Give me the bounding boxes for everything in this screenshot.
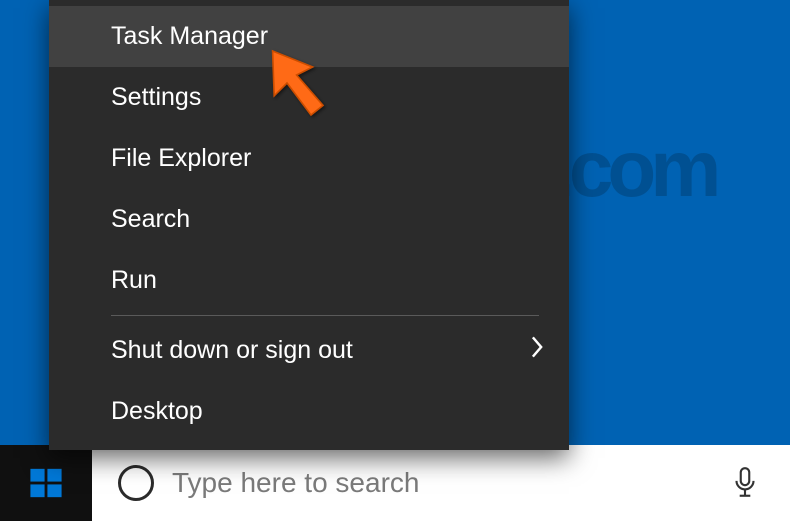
menu-item-label: Settings [111,83,201,112]
taskbar-search-box[interactable]: Type here to search [92,445,790,521]
microphone-icon [732,466,758,500]
menu-item-shut-down[interactable]: Shut down or sign out [49,320,569,381]
winx-context-menu: Task Manager Settings File Explorer Sear… [49,0,569,450]
menu-item-search[interactable]: Search [49,189,569,250]
menu-item-label: Search [111,205,190,234]
menu-item-task-manager[interactable]: Task Manager [49,6,569,67]
windows-logo-icon [29,466,63,500]
menu-separator [111,315,539,316]
chevron-right-icon [529,336,545,365]
menu-item-settings[interactable]: Settings [49,67,569,128]
menu-item-label: File Explorer [111,144,251,173]
menu-item-label: Task Manager [111,22,268,51]
menu-item-run[interactable]: Run [49,250,569,311]
menu-item-label: Shut down or sign out [111,336,353,365]
menu-item-label: Run [111,266,157,295]
microphone-button[interactable] [720,466,770,500]
start-button[interactable] [0,445,92,521]
search-icon [118,465,154,501]
search-placeholder: Type here to search [172,467,702,499]
taskbar: Type here to search [0,445,790,521]
menu-item-label: Desktop [111,397,203,426]
menu-item-file-explorer[interactable]: File Explorer [49,128,569,189]
menu-item-desktop[interactable]: Desktop [49,381,569,442]
